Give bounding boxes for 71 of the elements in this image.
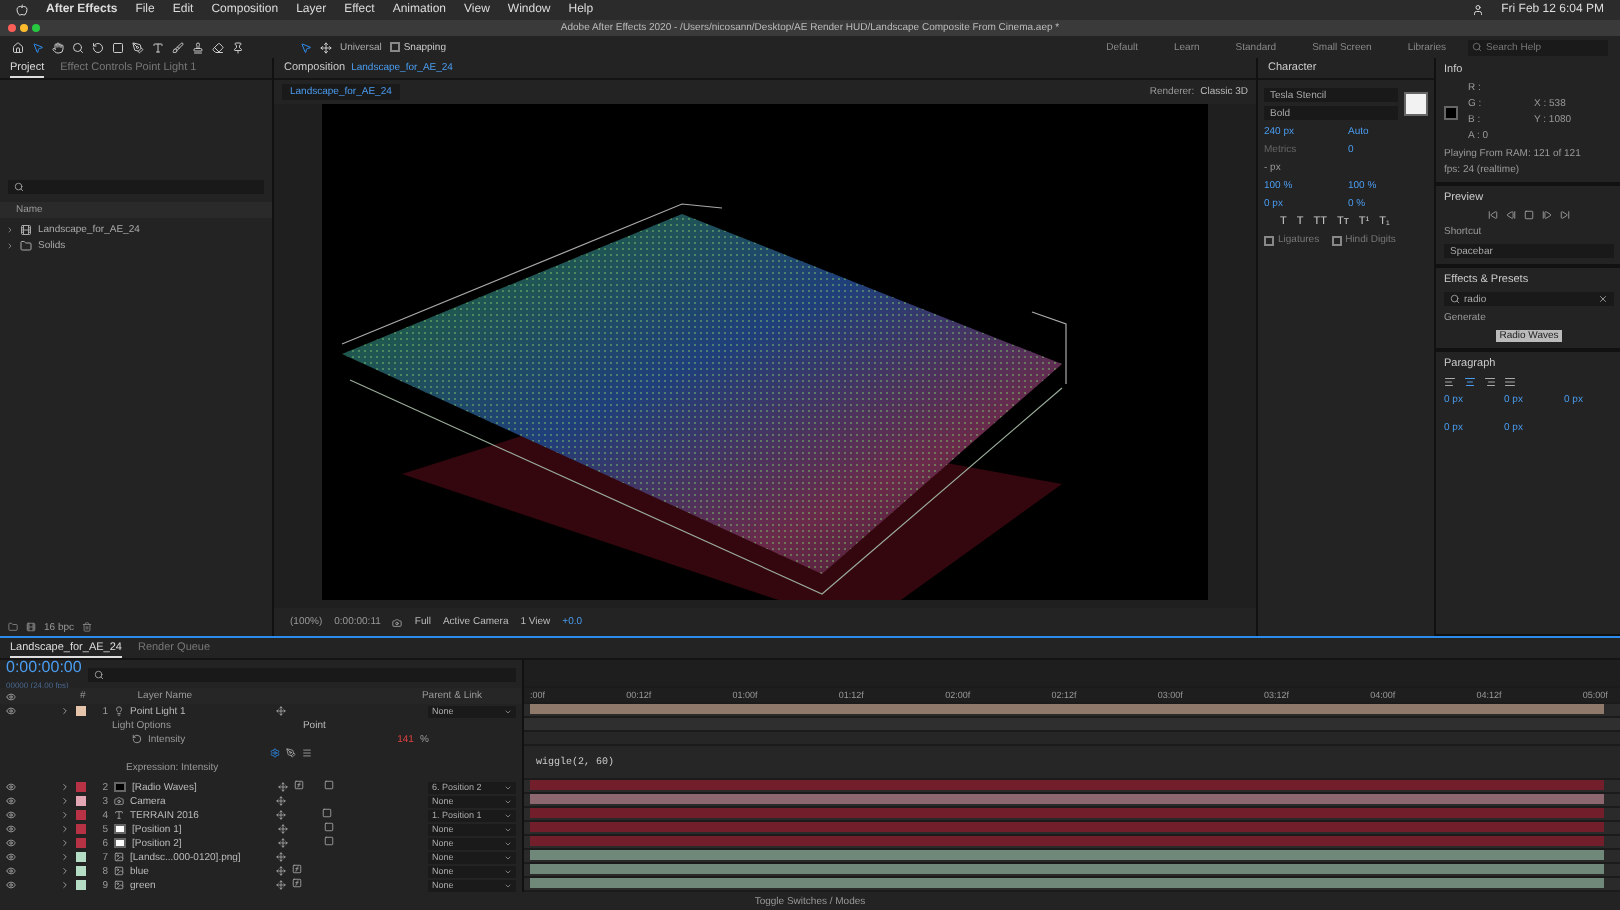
light-bulb-icon xyxy=(114,706,124,716)
search-field[interactable] xyxy=(87,667,516,681)
eye-icon[interactable] xyxy=(6,852,16,862)
search-field[interactable] xyxy=(8,180,264,194)
home-icon[interactable] xyxy=(12,41,24,53)
eye-icon[interactable] xyxy=(6,880,16,890)
maximize-icon[interactable] xyxy=(32,24,40,32)
last-frame-icon[interactable] xyxy=(1560,210,1570,220)
eye-icon[interactable] xyxy=(6,824,16,834)
timecode-display[interactable]: 0:00:00:00 xyxy=(6,658,82,676)
image-icon xyxy=(114,866,124,876)
rectangle-tool-icon[interactable] xyxy=(112,41,124,53)
stamp-tool-icon[interactable] xyxy=(192,41,204,53)
label-color-swatch[interactable] xyxy=(76,782,86,792)
user-icon[interactable] xyxy=(1471,4,1484,16)
pen-tool-icon[interactable] xyxy=(132,41,144,53)
minimize-icon[interactable] xyxy=(20,24,28,32)
rotate-tool-icon[interactable] xyxy=(92,41,104,53)
image-icon xyxy=(114,852,124,862)
label-color-swatch[interactable] xyxy=(76,706,86,716)
type-tool-icon[interactable] xyxy=(152,41,164,53)
eye-icon[interactable] xyxy=(6,838,16,848)
new-folder-icon[interactable] xyxy=(8,622,18,632)
label-color-swatch[interactable] xyxy=(76,880,86,890)
eye-icon xyxy=(6,691,16,701)
search-icon xyxy=(1472,42,1482,52)
folder-icon xyxy=(20,240,32,252)
image-icon xyxy=(114,880,124,890)
text-icon xyxy=(114,810,124,820)
composition-viewer[interactable] xyxy=(322,104,1208,600)
search-icon xyxy=(14,182,24,192)
eraser-tool-icon[interactable] xyxy=(212,41,224,53)
expression-menu-icon[interactable] xyxy=(302,748,312,758)
color-sample-swatch xyxy=(1444,105,1458,119)
close-icon[interactable] xyxy=(8,24,16,32)
solid-swatch-icon xyxy=(114,782,126,792)
eye-icon[interactable] xyxy=(6,810,16,820)
next-frame-icon[interactable] xyxy=(1542,210,1552,220)
justify-icon[interactable] xyxy=(1504,376,1516,388)
first-frame-icon[interactable] xyxy=(1488,210,1498,220)
previous-frame-icon[interactable] xyxy=(1506,210,1516,220)
hand-tool-icon[interactable] xyxy=(52,41,64,53)
stop-icon[interactable] xyxy=(1524,210,1534,220)
eye-icon[interactable] xyxy=(6,796,16,806)
solid-swatch-icon xyxy=(114,838,126,848)
zoom-tool-icon[interactable] xyxy=(72,41,84,53)
selection-tool-icon[interactable] xyxy=(32,41,44,53)
align-left-icon[interactable] xyxy=(1444,376,1456,388)
trash-icon[interactable] xyxy=(82,622,93,632)
label-color-swatch[interactable] xyxy=(76,824,86,834)
search-icon xyxy=(1450,294,1460,304)
snapshot-icon[interactable] xyxy=(392,617,403,627)
new-composition-icon[interactable] xyxy=(26,622,36,632)
search-icon xyxy=(93,669,104,679)
eye-icon[interactable] xyxy=(6,782,16,792)
label-color-swatch[interactable] xyxy=(76,796,86,806)
solid-swatch-icon xyxy=(114,824,126,834)
fill-color-swatch[interactable] xyxy=(1404,92,1428,116)
camera-icon xyxy=(114,796,124,806)
eye-icon[interactable] xyxy=(6,706,16,716)
label-color-swatch[interactable] xyxy=(76,810,86,820)
apple-icon[interactable] xyxy=(16,4,28,16)
align-right-icon[interactable] xyxy=(1484,376,1496,388)
label-color-swatch[interactable] xyxy=(76,852,86,862)
align-center-icon[interactable] xyxy=(1464,376,1476,388)
brush-tool-icon[interactable] xyxy=(172,41,184,53)
pin-tool-icon[interactable] xyxy=(232,41,244,53)
eye-icon[interactable] xyxy=(6,866,16,876)
composition-icon xyxy=(20,224,32,236)
label-color-swatch[interactable] xyxy=(76,838,86,848)
label-color-swatch[interactable] xyxy=(76,866,86,876)
